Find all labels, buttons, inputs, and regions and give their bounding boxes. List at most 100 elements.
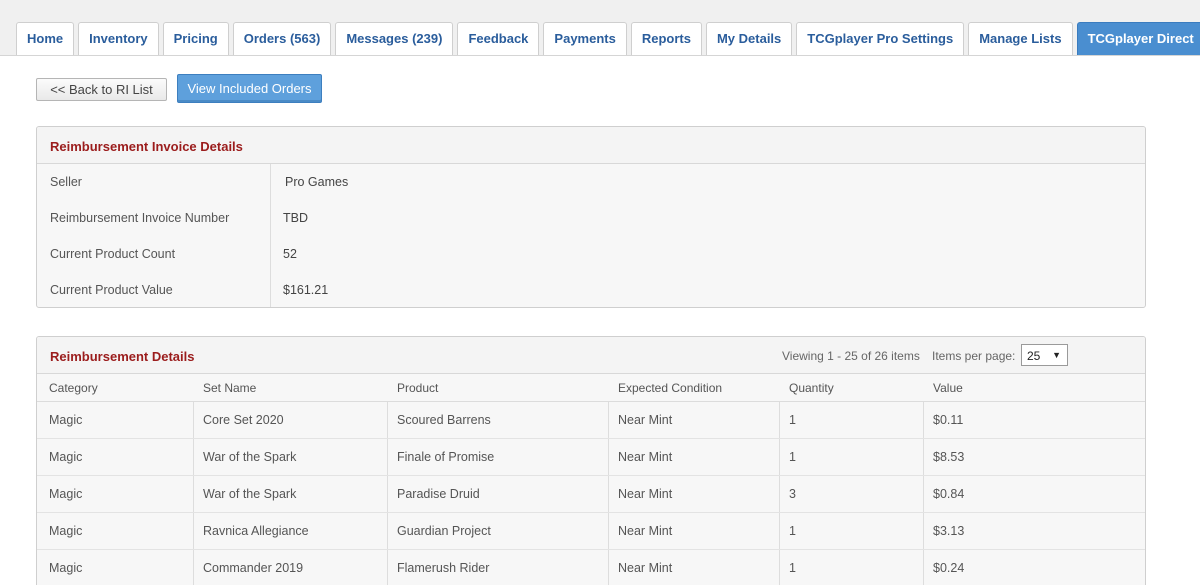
table-row: Magic War of the Spark Paradise Druid Near …	[37, 476, 1145, 513]
items-per-page-select[interactable]: 25 ▼	[1021, 344, 1068, 366]
items-per-page-label: Items per page:	[932, 349, 1016, 363]
table-cell: Magic	[49, 487, 83, 501]
cell-divider	[387, 439, 388, 475]
table-row: Magic War of the Spark Finale of Promise Ne…	[37, 439, 1145, 476]
cell-divider	[608, 513, 609, 549]
table-cell: Near Mint	[618, 524, 673, 538]
invoice-detail-row: Current Product Count 52	[37, 236, 1145, 272]
tab-reports[interactable]: Reports	[630, 22, 702, 55]
table-cell: 1	[789, 413, 796, 427]
table-cell: $0.11	[933, 413, 964, 427]
table-cell: $0.24	[933, 561, 965, 575]
cell-divider	[608, 476, 609, 512]
cell-divider	[923, 476, 924, 512]
column-header-product: Product	[397, 381, 439, 395]
invoice-detail-row: Seller Pro Games	[37, 164, 1145, 200]
invoice-detail-row: Reimbursement Invoice Number TBD	[37, 200, 1145, 236]
table-cell: Near Mint	[618, 450, 673, 464]
table-cell: Commander 2019	[203, 561, 304, 575]
invoice-details-header: Reimbursement Invoice Details	[37, 127, 1145, 164]
cell-divider	[387, 513, 388, 549]
table-cell: 1	[789, 524, 796, 538]
table-cell: Paradise Druid	[397, 487, 480, 501]
cell-divider	[608, 402, 609, 438]
cell-divider	[608, 550, 609, 585]
table-cell: $8.53	[933, 450, 965, 464]
top-nav-bar: Home Inventory Pricing Orders (563) Messages…	[0, 0, 1200, 56]
view-included-orders-button[interactable]: View Included Orders	[177, 74, 322, 103]
table-cell: Guardian Project	[397, 524, 491, 538]
table-cell: Scoured Barrens	[397, 413, 491, 427]
table-cell: Magic	[49, 561, 83, 575]
tab-feedback[interactable]: Feedback	[457, 22, 540, 55]
nav-tabs: Home Inventory Pricing Orders (563) Messages…	[16, 22, 1200, 55]
table-cell: $3.13	[933, 524, 965, 538]
cell-divider	[193, 439, 194, 475]
invoice-detail-row: Current Product Value $161.21	[37, 272, 1145, 307]
cell-divider	[779, 402, 780, 438]
tab-tcgplayer-pro-settings[interactable]: TCGplayer Pro Settings	[796, 22, 965, 55]
table-body: Magic Core Set 2020 Scoured Barrens Near Mi…	[37, 402, 1145, 585]
table-cell: War of the Spark	[203, 450, 297, 464]
table-cell: Magic	[49, 524, 83, 538]
cell-divider	[193, 402, 194, 438]
tab-manage-lists[interactable]: Manage Lists	[968, 22, 1073, 55]
tab-payments[interactable]: Payments	[543, 22, 627, 55]
table-cell: $0.84	[933, 487, 965, 501]
cell-divider	[923, 550, 924, 585]
table-row: Magic Commander 2019 Flamerush Rider Near M…	[37, 550, 1145, 585]
table-cell: Core Set 2020	[203, 413, 284, 427]
table-cell: Magic	[49, 450, 83, 464]
tab-pricing[interactable]: Pricing	[162, 22, 229, 55]
invoice-details-rows: Seller Pro Games Reimbursement Invoice Num…	[37, 164, 1145, 307]
invoice-details-title: Reimbursement Invoice Details	[50, 139, 243, 154]
tab-my-details[interactable]: My Details	[705, 22, 793, 55]
table-cell: 1	[789, 450, 796, 464]
tab-orders-563[interactable]: Orders (563)	[232, 22, 332, 55]
detail-label: Current Product Count	[50, 247, 176, 261]
table-cell: 3	[789, 487, 796, 501]
table-cell: Magic	[49, 413, 83, 427]
tab-home[interactable]: Home	[16, 22, 75, 55]
cell-divider	[923, 402, 924, 438]
column-header-value: Value	[933, 381, 963, 395]
cell-divider	[779, 513, 780, 549]
table-row: Magic Ravnica Allegiance Guardian Project N…	[37, 513, 1145, 550]
detail-label: Current Product Value	[50, 283, 173, 297]
table-cell: Near Mint	[618, 487, 673, 501]
cell-divider	[387, 476, 388, 512]
tab-messages-239[interactable]: Messages (239)	[335, 22, 454, 55]
table-cell: War of the Spark	[203, 487, 297, 501]
cell-divider	[923, 439, 924, 475]
table-cell: Ravnica Allegiance	[203, 524, 309, 538]
column-header-expected-condition: Expected Condition	[618, 381, 723, 395]
reimbursement-details-title: Reimbursement Details	[50, 349, 195, 364]
back-to-ri-list-button[interactable]: << Back to RI List	[36, 78, 167, 101]
detail-value: TBD	[283, 211, 308, 225]
tab-inventory[interactable]: Inventory	[78, 22, 159, 55]
cell-divider	[608, 439, 609, 475]
detail-value: 52	[283, 247, 297, 261]
reimbursement-details-header: Reimbursement Details Viewing 1 - 25 of …	[37, 337, 1145, 374]
cell-divider	[779, 439, 780, 475]
table-header: Category Set Name Product Expected Conditio…	[37, 374, 1145, 402]
pagination-summary: Viewing 1 - 25 of 26 items	[782, 349, 920, 363]
detail-label: Reimbursement Invoice Number	[50, 211, 230, 225]
cell-divider	[387, 402, 388, 438]
detail-value: $161.21	[283, 283, 329, 297]
cell-divider	[387, 550, 388, 585]
table-cell: Flamerush Rider	[397, 561, 490, 575]
column-header-category: Category	[49, 381, 98, 395]
cell-divider	[923, 513, 924, 549]
cell-divider	[193, 513, 194, 549]
caret-down-icon: ▼	[1052, 350, 1061, 360]
cell-divider	[779, 476, 780, 512]
tab-tcgplayer-direct[interactable]: TCGplayer Direct	[1076, 22, 1200, 55]
detail-value: Pro Games	[285, 175, 349, 189]
items-per-page-value: 25	[1027, 349, 1041, 363]
table-cell: Near Mint	[618, 561, 673, 575]
column-header-set-name: Set Name	[203, 381, 257, 395]
cell-divider	[193, 550, 194, 585]
table-cell: 1	[789, 561, 796, 575]
column-header-quantity: Quantity	[789, 381, 834, 395]
